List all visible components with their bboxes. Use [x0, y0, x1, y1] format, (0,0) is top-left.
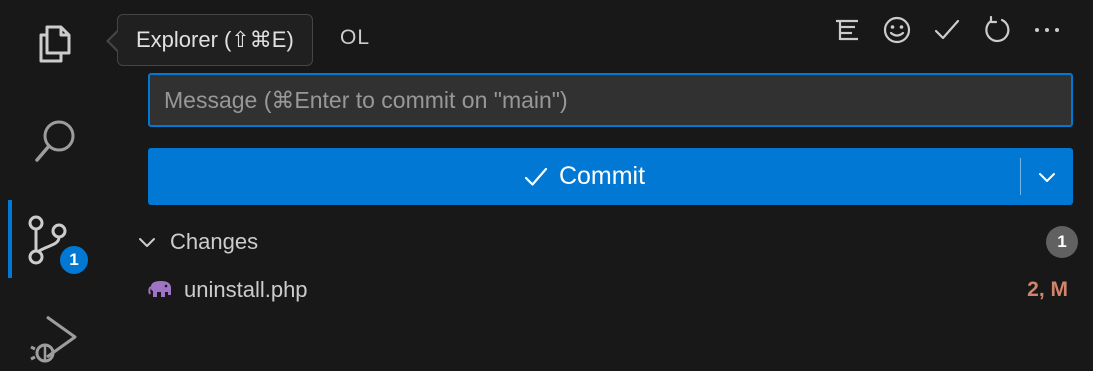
check-icon	[524, 167, 548, 186]
changes-label: Changes	[170, 229, 259, 254]
commit-button-group: Commit	[148, 148, 1073, 205]
php-elephant-icon	[148, 281, 171, 297]
smiley-icon	[883, 16, 911, 44]
activity-search[interactable]	[0, 98, 110, 184]
panel-title: OL	[340, 26, 371, 49]
commit-check-button[interactable]	[929, 12, 965, 48]
more-actions-button[interactable]	[1029, 12, 1065, 48]
source-control-badge: 1	[58, 244, 90, 276]
explorer-tooltip: Explorer (⇧⌘E)	[117, 14, 313, 66]
search-icon	[35, 120, 75, 162]
source-control-window: 1 Explorer (⇧⌘E) OL Message (⌘Enter to c…	[0, 0, 1093, 371]
commit-message-input[interactable]	[148, 73, 1073, 127]
file-status: 2, M	[1027, 278, 1068, 301]
list-tree-icon	[836, 19, 858, 41]
header-actions	[829, 10, 1065, 50]
commit-button[interactable]: Commit	[148, 148, 1020, 205]
changes-section-header[interactable]: Changes 1	[132, 222, 1078, 262]
list-item[interactable]: uninstall.php 2, M	[132, 270, 1078, 310]
commit-button-label: Commit	[558, 162, 646, 190]
activity-source-control[interactable]: 1	[0, 196, 110, 282]
file-name: uninstall.php	[184, 277, 308, 302]
files-icon	[39, 25, 71, 63]
check-icon	[934, 19, 960, 40]
chevron-down-icon	[139, 238, 155, 247]
run-debug-icon	[30, 315, 77, 363]
tooltip-arrow-inner	[109, 31, 119, 51]
ellipsis-icon	[1035, 28, 1059, 32]
activity-bar: 1	[0, 0, 110, 371]
commit-dropdown-button[interactable]	[1021, 148, 1073, 205]
activity-explorer[interactable]	[0, 0, 110, 86]
activity-run-debug[interactable]	[0, 294, 110, 371]
chevron-down-icon	[1039, 172, 1055, 182]
view-as-tree-button[interactable]	[829, 12, 865, 48]
copilot-feedback-button[interactable]	[879, 12, 915, 48]
refresh-button[interactable]	[979, 12, 1015, 48]
refresh-icon	[985, 15, 1010, 43]
changes-count-badge: 1	[1046, 226, 1078, 258]
